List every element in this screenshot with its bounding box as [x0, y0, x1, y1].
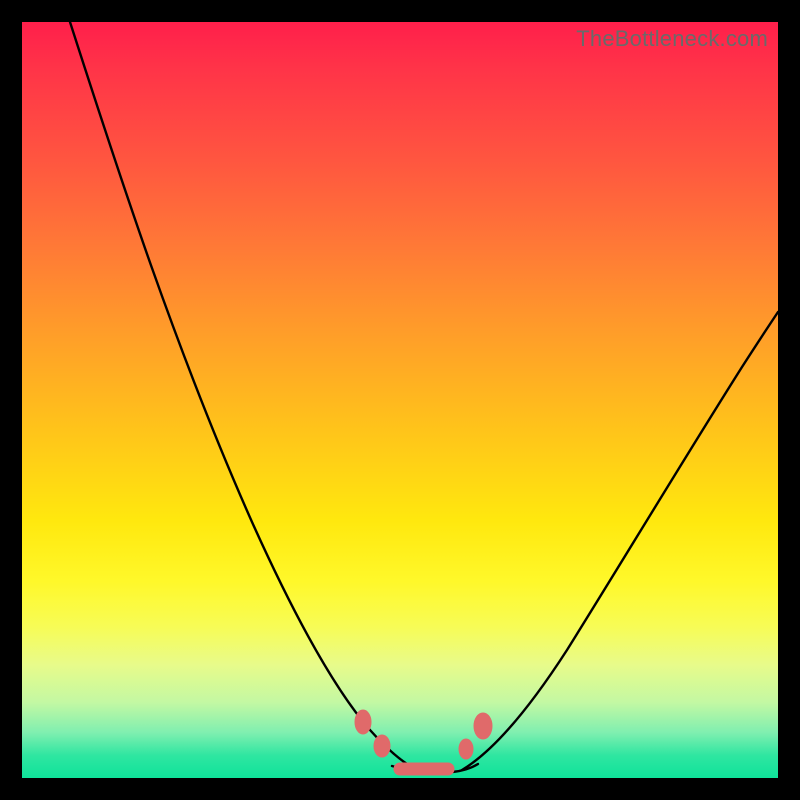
- left-lower-dot: [374, 735, 390, 757]
- right-lower-dot: [459, 739, 473, 759]
- curve-layer: [22, 22, 778, 778]
- left-branch: [70, 22, 414, 768]
- right-branch: [462, 312, 778, 770]
- chart-frame: TheBottleneck.com: [0, 0, 800, 800]
- right-upper-dot: [474, 713, 492, 739]
- left-upper-dot: [355, 710, 371, 734]
- trough-pill: [394, 763, 454, 775]
- plot-area: TheBottleneck.com: [22, 22, 778, 778]
